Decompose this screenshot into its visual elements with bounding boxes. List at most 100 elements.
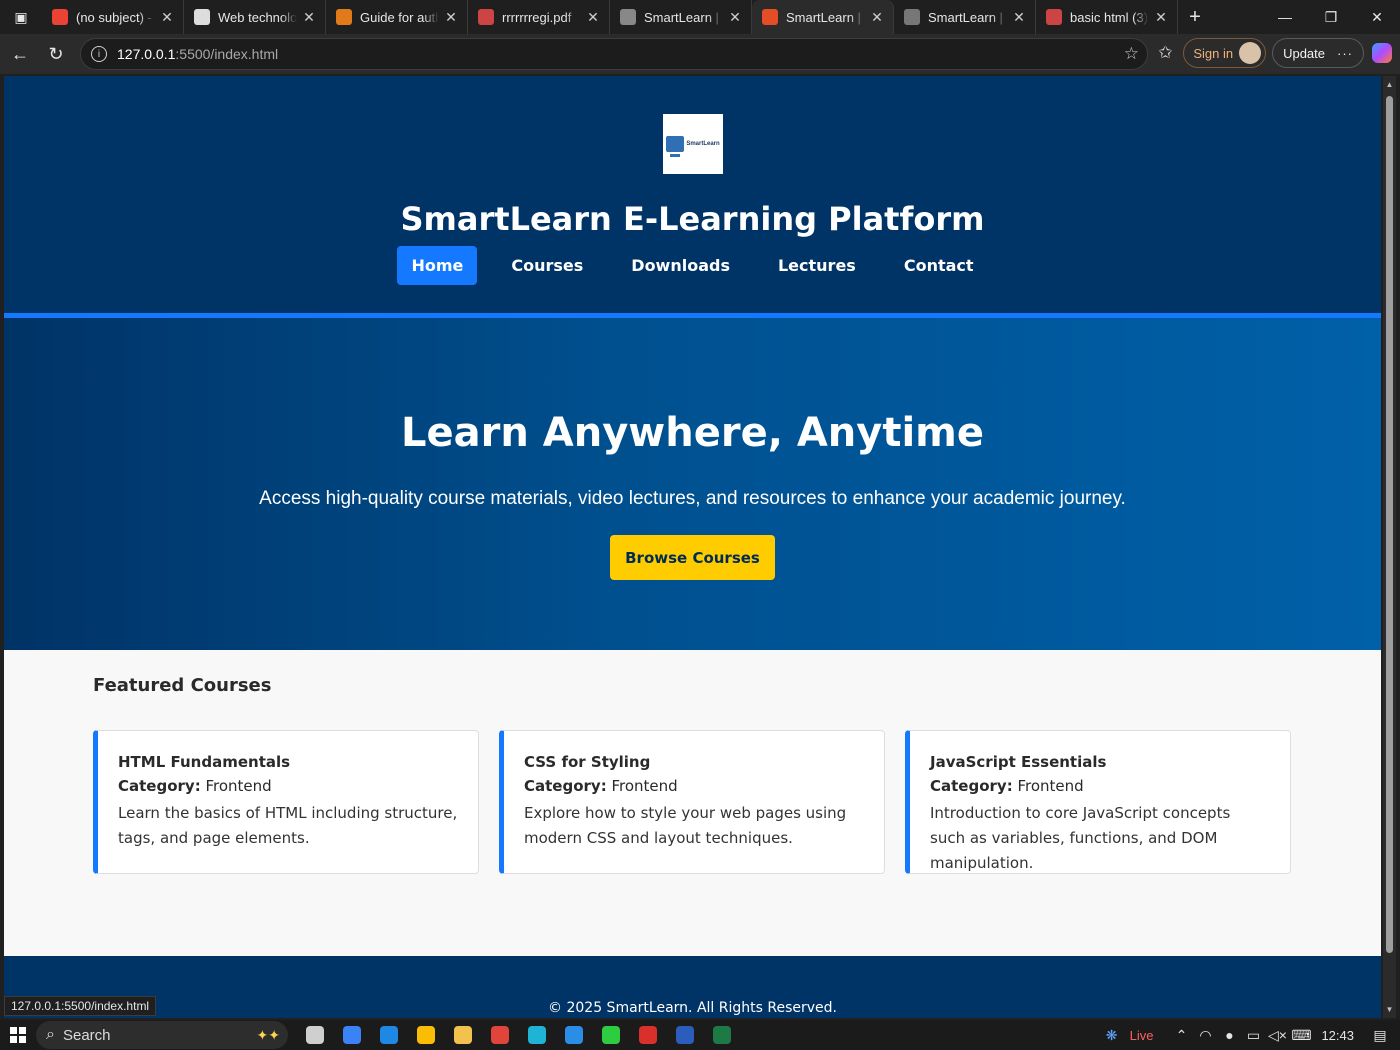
avatar xyxy=(1239,42,1262,64)
notification-icon[interactable]: ▤ xyxy=(1368,1027,1392,1044)
browser-tab[interactable]: Web technolog ✕ xyxy=(184,0,326,34)
scroll-thumb[interactable] xyxy=(1386,96,1393,953)
browser-tab[interactable]: SmartLearn | Le✕ xyxy=(610,0,752,34)
chevron-up-icon[interactable]: ⌃ xyxy=(1169,1027,1193,1044)
back-icon[interactable]: ← xyxy=(2,38,38,70)
category-label: Category: xyxy=(930,777,1013,795)
microphone-icon[interactable]: ● xyxy=(1217,1027,1241,1043)
update-label: Update xyxy=(1283,45,1325,61)
tab-actions-icon[interactable]: ▣ xyxy=(0,0,42,34)
copilot-icon[interactable] xyxy=(1364,38,1400,68)
battery-icon[interactable]: ▭ xyxy=(1241,1027,1265,1044)
tab-title: SmartLearn | Le xyxy=(644,9,723,25)
close-tab-icon[interactable]: ✕ xyxy=(1153,9,1169,26)
hero-section: Learn Anywhere, Anytime Access high-qual… xyxy=(4,318,1381,650)
tab-title: basic html (3).p xyxy=(1070,9,1149,25)
page-viewport: SmartLearn SmartLearn E-Learning Platfor… xyxy=(4,76,1381,1018)
vpn-icon[interactable] xyxy=(592,1020,629,1050)
taskbar-search[interactable]: ⌕ Search ✦✦ xyxy=(36,1021,288,1049)
browser-tab[interactable]: Guide for autho✕ xyxy=(326,0,468,34)
close-tab-icon[interactable]: ✕ xyxy=(869,9,885,26)
chrome-icon[interactable] xyxy=(407,1020,444,1050)
file-explorer-icon[interactable] xyxy=(444,1020,481,1050)
more-menu-icon[interactable]: ··· xyxy=(1337,46,1353,61)
close-tab-icon[interactable]: ✕ xyxy=(585,9,601,26)
wifi-icon[interactable]: ◠ xyxy=(1193,1027,1217,1044)
nav-link-downloads[interactable]: Downloads xyxy=(617,246,744,285)
clock[interactable]: 12:43 xyxy=(1321,1028,1354,1043)
edge-icon[interactable] xyxy=(518,1020,555,1050)
browser-tab[interactable]: (no subject) - fa✕ xyxy=(42,0,184,34)
favorites-icon[interactable]: ✩ xyxy=(1147,43,1183,63)
tab-title: SmartLearn | He xyxy=(928,9,1007,25)
close-tab-icon[interactable]: ✕ xyxy=(1011,9,1027,26)
reload-icon[interactable]: ↻ xyxy=(38,38,74,70)
browser-tab[interactable]: basic html (3).p✕ xyxy=(1036,0,1178,34)
tab-title: Guide for autho xyxy=(360,9,439,25)
browser-toolbar: ← ↻ i 127.0.0.1:5500/index.html ☆ ✩ Sign… xyxy=(0,34,1400,74)
live-label[interactable]: Live xyxy=(1130,1028,1154,1043)
minimize-icon[interactable]: — xyxy=(1262,0,1308,34)
html5-icon xyxy=(762,9,778,25)
course-description: Introduction to core JavaScript concepts… xyxy=(930,804,1231,872)
browser-tab[interactable]: SmartLearn | He✕ xyxy=(894,0,1036,34)
windows-taskbar: ⌕ Search ✦✦ ❋ Live ⌃ ◠ ● ▭ ◁× ⌨ 12:43 ▤ xyxy=(0,1020,1400,1050)
mail-icon[interactable] xyxy=(370,1020,407,1050)
site-logo: SmartLearn xyxy=(663,114,723,174)
course-category: Category: Frontend xyxy=(930,777,1270,795)
nav-link-courses[interactable]: Courses xyxy=(497,246,597,285)
store-icon[interactable] xyxy=(333,1020,370,1050)
window-controls: — ❐ ✕ xyxy=(1262,0,1400,34)
featured-courses-section: Featured Courses HTML Fundamentals Catego… xyxy=(4,650,1381,954)
course-title: CSS for Styling xyxy=(524,753,651,771)
close-tab-icon[interactable]: ✕ xyxy=(443,9,459,26)
nav-link-lectures[interactable]: Lectures xyxy=(764,246,870,285)
browser-tab[interactable]: SmartLearn | He✕ xyxy=(752,0,894,34)
wps-icon[interactable] xyxy=(481,1020,518,1050)
browser-tab[interactable]: rrrrrrregi.pdf ✕ xyxy=(468,0,610,34)
close-window-icon[interactable]: ✕ xyxy=(1354,0,1400,34)
tab-title: (no subject) - fa xyxy=(76,9,155,25)
site-info-icon[interactable]: i xyxy=(91,46,107,62)
taskbar-search-label: Search xyxy=(62,1026,111,1044)
tab-title: Web technolog xyxy=(218,9,297,25)
scroll-up-icon[interactable]: ▲ xyxy=(1385,80,1394,89)
close-tab-icon[interactable]: ✕ xyxy=(159,9,175,26)
sparkle-icon: ✦✦ xyxy=(256,1026,280,1043)
scroll-down-icon[interactable]: ▼ xyxy=(1385,1005,1394,1014)
vscode-icon[interactable] xyxy=(555,1020,592,1050)
course-description: Explore how to style your web pages usin… xyxy=(524,804,847,847)
site-header: SmartLearn SmartLearn E-Learning Platfor… xyxy=(4,76,1381,318)
favorite-star-icon[interactable]: ☆ xyxy=(1124,44,1139,64)
word-icon[interactable] xyxy=(666,1020,703,1050)
course-card: HTML Fundamentals Category: Frontend Learn… xyxy=(93,730,479,874)
excel-icon[interactable] xyxy=(703,1020,740,1050)
close-tab-icon[interactable]: ✕ xyxy=(301,9,317,26)
restore-icon[interactable]: ❐ xyxy=(1308,0,1354,34)
browse-courses-button[interactable]: Browse Courses xyxy=(610,535,775,580)
sign-in-label: Sign in xyxy=(1193,45,1234,61)
system-tray: ❋ Live ⌃ ◠ ● ▭ ◁× ⌨ 12:43 ▤ xyxy=(1100,1020,1400,1050)
start-button[interactable] xyxy=(0,1020,36,1050)
course-card-list: HTML Fundamentals Category: Frontend Learn… xyxy=(93,730,1291,874)
category-label: Category: xyxy=(118,777,201,795)
nav-link-home[interactable]: Home xyxy=(397,246,478,285)
category-value: Frontend xyxy=(1017,777,1084,795)
volume-muted-icon[interactable]: ◁× xyxy=(1265,1027,1289,1044)
update-button[interactable]: Update ··· xyxy=(1272,38,1364,68)
weather-icon[interactable]: ❋ xyxy=(1100,1027,1124,1044)
acrobat-icon[interactable] xyxy=(629,1020,666,1050)
tab-title: SmartLearn | He xyxy=(786,9,865,25)
footer-text: © 2025 SmartLearn. All Rights Reserved. xyxy=(548,1000,837,1016)
category-label: Category: xyxy=(524,777,607,795)
category-value: Frontend xyxy=(205,777,272,795)
nav-link-contact[interactable]: Contact xyxy=(890,246,988,285)
keyboard-icon[interactable]: ⌨ xyxy=(1289,1027,1313,1044)
new-tab-button[interactable]: + xyxy=(1178,6,1212,29)
elsevier-icon xyxy=(336,9,352,25)
sign-in-button[interactable]: Sign in xyxy=(1183,38,1267,68)
address-bar[interactable]: i 127.0.0.1:5500/index.html ☆ xyxy=(80,38,1148,70)
task-view-icon[interactable] xyxy=(296,1020,333,1050)
page-scrollbar[interactable]: ▲ ▼ xyxy=(1383,76,1396,1018)
close-tab-icon[interactable]: ✕ xyxy=(727,9,743,26)
